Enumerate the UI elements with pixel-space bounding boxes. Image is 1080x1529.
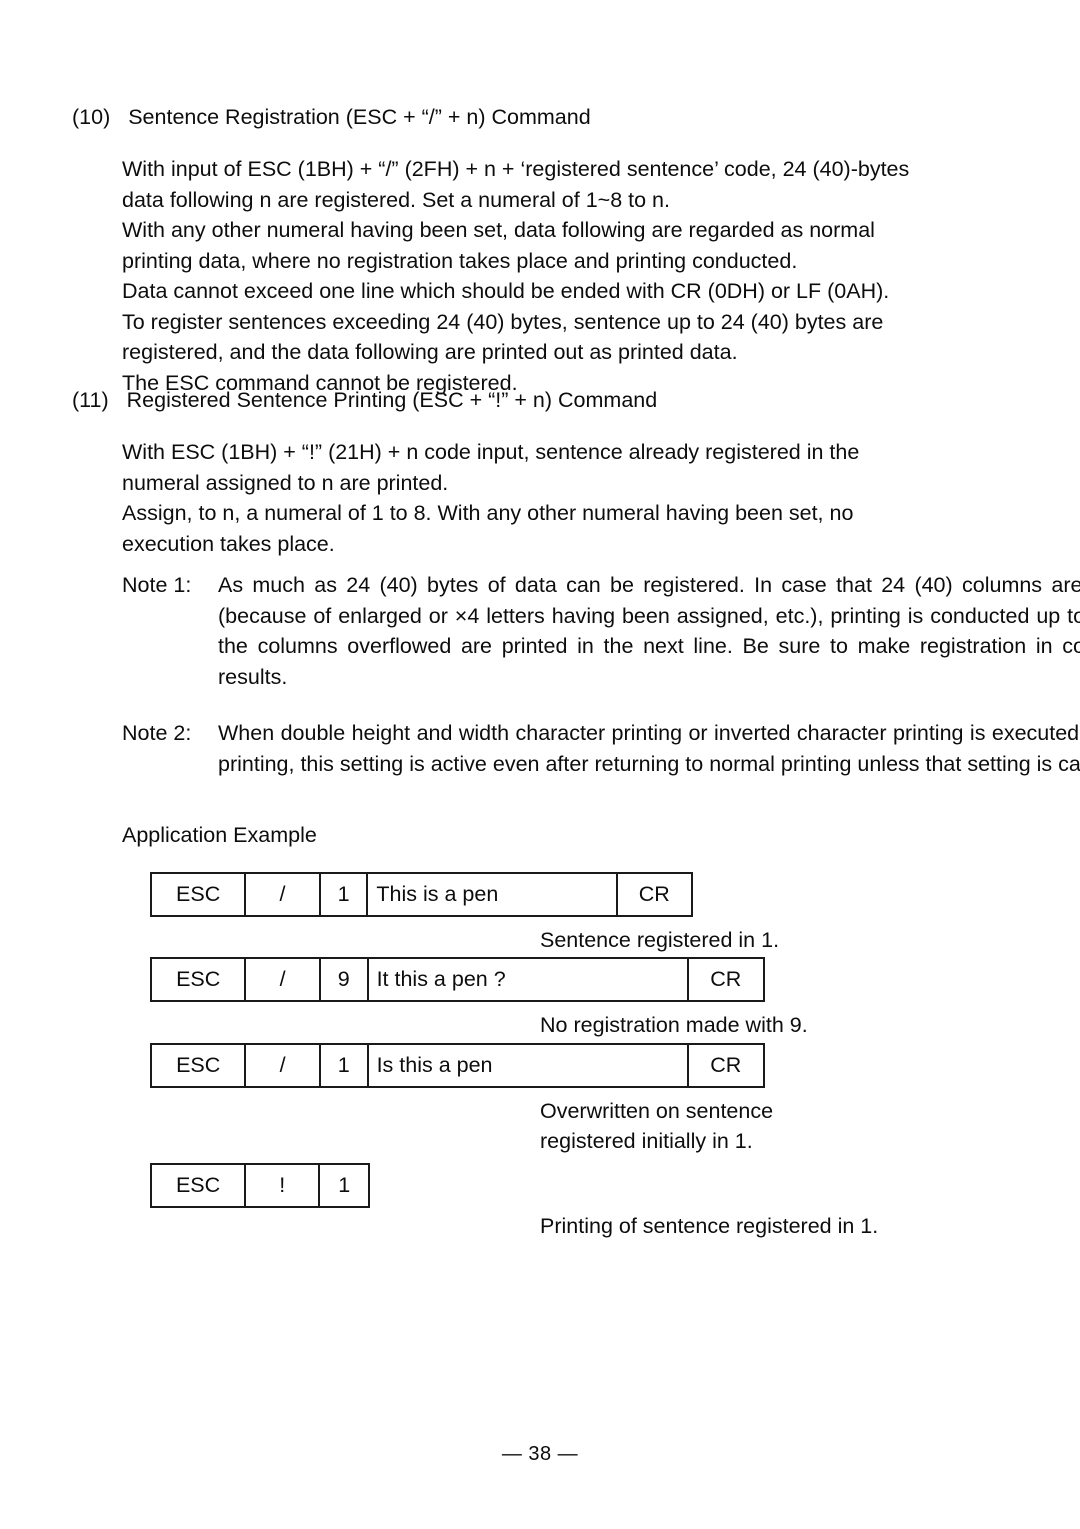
section-10-number: (10): [72, 105, 111, 129]
cell-command: /: [246, 1045, 321, 1086]
cell-terminator: CR: [638, 882, 670, 906]
cell-sentence: It this a pen ?: [369, 959, 689, 1000]
paragraph-line: data following n are registered. Set a n…: [122, 187, 670, 212]
document-page: (10) Sentence Registration (ESC + “/” + …: [0, 0, 1080, 1529]
annotation-line: No registration made with 9.: [540, 1013, 808, 1037]
section-10-paragraph-4: To register sentences exceeding 24 (40) …: [0, 307, 1080, 368]
cell-terminator: CR: [710, 967, 742, 991]
section-11-title: Registered Sentence Printing (ESC + “!” …: [126, 388, 658, 412]
annotation-line: Overwritten on sentence: [540, 1099, 774, 1123]
cell-numeral: 1: [338, 1173, 351, 1197]
annotation-row-1: Sentence registered in 1.: [540, 925, 779, 955]
section-11-paragraph-2: Assign, to n, a numeral of 1 to 8. With …: [0, 498, 1080, 559]
section-10-title: Sentence Registration (ESC + “/” + n) Co…: [128, 105, 591, 129]
paragraph-line: registered, and the data following are p…: [122, 340, 738, 364]
paragraph-line: To register sentences exceeding 24 (40) …: [122, 309, 884, 334]
cell-sentence: Is this a pen: [369, 1045, 689, 1086]
section-10-heading: (10) Sentence Registration (ESC + “/” + …: [0, 102, 1080, 132]
cell-numeral: 9: [321, 959, 369, 1000]
note-line: having been assigned, etc.), printing is…: [551, 603, 1080, 628]
annotation-line: registered initially in 1.: [540, 1129, 753, 1153]
section-10-paragraph-2: With any other numeral having been set, …: [0, 215, 1080, 276]
note-line: When double height and width character p…: [218, 721, 887, 745]
note-1-label: Note 1:: [122, 573, 192, 597]
section-10-paragraph-3: Data cannot exceed one line which should…: [0, 276, 1080, 307]
annotation-line: Printing of sentence registered in 1.: [540, 1214, 879, 1238]
command-row-4: ESC ! 1: [150, 1163, 370, 1208]
cell-esc: ESC: [152, 874, 247, 915]
cell-numeral: 1: [321, 874, 369, 915]
cell-terminator: CR: [710, 1053, 742, 1077]
annotation-line: Sentence registered in 1.: [540, 928, 780, 952]
page-footer: — 38 —: [501, 1443, 579, 1465]
paragraph-line: With any other numeral having been set, …: [122, 218, 875, 242]
note-line: As much as 24 (40) bytes of data can be …: [218, 573, 953, 597]
cell-command: /: [246, 874, 321, 915]
annotation-row-2: No registration made with 9.: [540, 1010, 808, 1040]
paragraph-line: execution takes place.: [122, 531, 335, 556]
paragraph-line: With ESC (1BH) + “!” (21H) + n code inpu…: [122, 440, 860, 464]
cell-command: !: [246, 1165, 321, 1206]
command-row-3: ESC / 1 Is this a pen CR: [150, 1043, 765, 1088]
application-example-title: Application Example: [122, 823, 317, 847]
note-line: even after returning to normal printing …: [492, 751, 1080, 776]
note-1: Note 1: As much as 24 (40) bytes of data…: [0, 570, 1080, 692]
cell-esc: ESC: [152, 1165, 247, 1206]
paragraph-line: printing data, where no registration tak…: [122, 248, 798, 273]
paragraph-line: numeral assigned to n are printed.: [122, 470, 449, 495]
section-11: (11) Registered Sentence Printing (ESC +…: [0, 385, 1080, 559]
command-row-1: ESC / 1 This is a pen CR: [150, 872, 693, 917]
cell-numeral: 1: [321, 1045, 369, 1086]
annotation-row-4: Printing of sentence registered in 1.: [540, 1211, 878, 1241]
section-10: (10) Sentence Registration (ESC + “/” + …: [0, 102, 1080, 398]
paragraph-line: Assign, to n, a numeral of 1 to 8. With …: [122, 501, 854, 525]
cell-esc: ESC: [152, 959, 247, 1000]
section-11-number: (11): [72, 388, 109, 412]
note-2: Note 2: When double height and width cha…: [0, 718, 1080, 779]
section-11-paragraph-1: With ESC (1BH) + “!” (21H) + n code inpu…: [0, 437, 1080, 498]
note-2-label: Note 2:: [122, 721, 192, 745]
cell-command: /: [246, 959, 321, 1000]
section-11-heading: (11) Registered Sentence Printing (ESC +…: [0, 385, 1080, 415]
annotation-row-3: Overwritten on sentence registered initi…: [540, 1096, 773, 1156]
command-row-2: ESC / 9 It this a pen ? CR: [150, 957, 765, 1002]
section-10-paragraph-1: With input of ESC (1BH) + “/” (2FH) + n …: [0, 154, 1080, 215]
paragraph-line: Data cannot exceed one line which should…: [122, 279, 890, 303]
paragraph-line: With input of ESC (1BH) + “/” (2FH) + n …: [122, 157, 910, 181]
cell-sentence: This is a pen: [368, 874, 618, 915]
cell-esc: ESC: [152, 1045, 247, 1086]
